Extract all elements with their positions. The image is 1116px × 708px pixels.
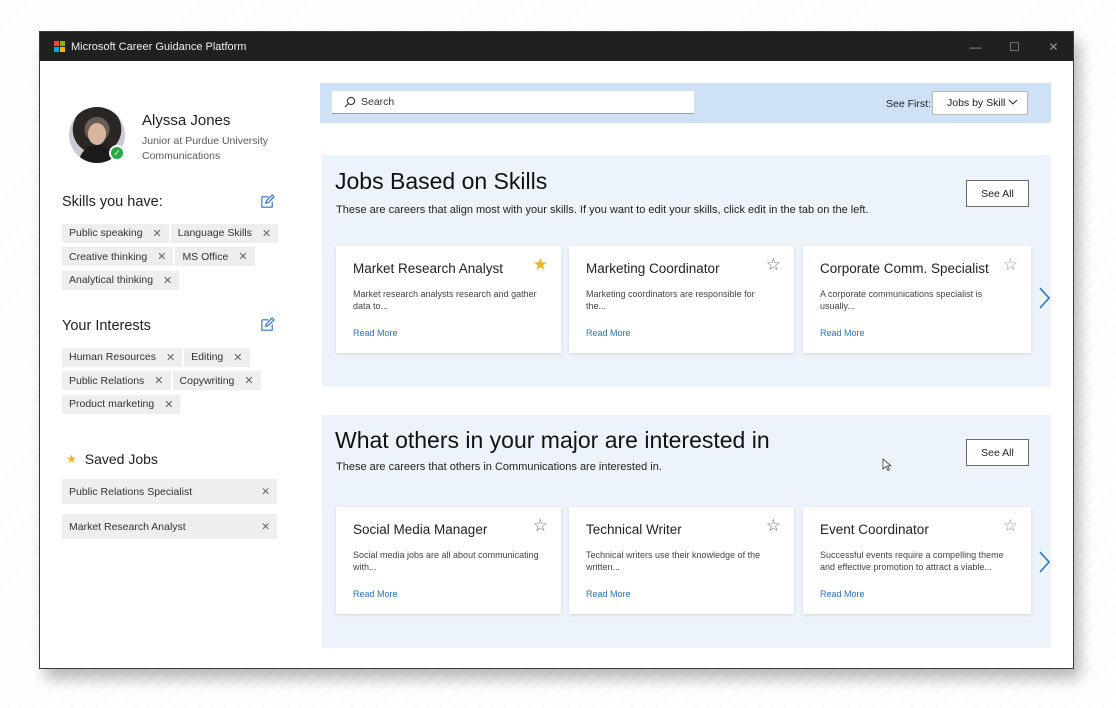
minimize-button[interactable]: —	[956, 32, 995, 61]
panel-description: These are careers that align most with y…	[336, 204, 869, 216]
checkmark-icon: ✓	[109, 145, 125, 161]
sort-dropdown[interactable]: Jobs by Skill	[932, 91, 1028, 115]
read-more-link[interactable]: Read More	[820, 589, 865, 599]
chevron-down-icon	[1008, 99, 1018, 105]
see-all-button[interactable]: See All	[966, 439, 1029, 466]
job-card[interactable]: Social Media Manager ☆ Social media jobs…	[336, 507, 561, 614]
skill-tag[interactable]: MS Office ✕	[175, 247, 255, 266]
search-band: Search See First: Jobs by Skill	[320, 83, 1051, 123]
major-interests-panel: What others in your major are interested…	[322, 415, 1051, 648]
job-title: Social Media Manager	[353, 522, 488, 537]
close-button[interactable]: ✕	[1034, 32, 1073, 61]
maximize-button[interactable]: ☐	[995, 32, 1034, 61]
remove-icon[interactable]: ✕	[166, 351, 175, 364]
chevron-right-icon[interactable]	[1037, 550, 1051, 574]
star-outline-icon[interactable]: ☆	[766, 255, 781, 275]
job-card[interactable]: Technical Writer ☆ Technical writers use…	[569, 507, 794, 614]
job-title: Corporate Comm. Specialist	[820, 261, 989, 276]
remove-icon[interactable]: ✕	[233, 351, 242, 364]
skill-tag[interactable]: Language Skills ✕	[170, 223, 279, 243]
skill-tag[interactable]: Public speaking ✕	[62, 223, 169, 243]
chevron-right-icon[interactable]	[1037, 286, 1051, 310]
remove-icon[interactable]: ✕	[261, 486, 270, 498]
jobs-by-skills-panel: Jobs Based on Skills These are careers t…	[322, 155, 1051, 387]
microsoft-logo-icon	[54, 41, 65, 52]
profile-name: Alyssa Jones	[142, 112, 231, 129]
job-card[interactable]: Market Research Analyst ★ Market researc…	[336, 246, 561, 353]
job-title: Technical Writer	[586, 522, 682, 537]
job-title: Marketing Coordinator	[586, 261, 720, 276]
read-more-link[interactable]: Read More	[586, 589, 631, 599]
skill-tag[interactable]: Analytical thinking ✕	[62, 270, 180, 290]
saved-job-item[interactable]: Public Relations Specialist ✕	[62, 479, 277, 504]
read-more-link[interactable]: Read More	[820, 328, 865, 338]
star-icon: ★	[66, 452, 77, 466]
job-description: Successful events require a compelling t…	[820, 550, 1004, 572]
read-more-link[interactable]: Read More	[586, 328, 631, 338]
star-outline-icon[interactable]: ☆	[766, 516, 781, 536]
star-icon[interactable]: ★	[533, 255, 548, 275]
saved-job-item[interactable]: Market Research Analyst ✕	[62, 514, 277, 539]
job-card[interactable]: Corporate Comm. Specialist ☆ A corporate…	[803, 246, 1031, 353]
remove-icon[interactable]: ✕	[157, 250, 166, 263]
title-bar: Microsoft Career Guidance Platform — ☐ ✕	[40, 32, 1073, 61]
read-more-link[interactable]: Read More	[353, 589, 398, 599]
job-description: Technical writers use their knowledge of…	[586, 550, 761, 572]
interest-tag[interactable]: Human Resources ✕	[62, 347, 183, 367]
remove-icon[interactable]: ✕	[261, 521, 270, 533]
panel-title: Jobs Based on Skills	[335, 168, 548, 194]
remove-icon[interactable]: ✕	[153, 227, 162, 240]
job-description: A corporate communications specialist is…	[820, 289, 983, 311]
profile-major: Communications	[142, 150, 221, 162]
star-outline-icon[interactable]: ☆	[1003, 516, 1018, 536]
job-description: Marketing coordinators are responsible f…	[586, 289, 755, 311]
panel-description: These are careers that others in Communi…	[336, 461, 662, 473]
job-card[interactable]: Event Coordinator ☆ Successful events re…	[803, 507, 1031, 614]
star-outline-icon[interactable]: ☆	[533, 516, 548, 536]
interest-tag[interactable]: Public Relations ✕	[62, 371, 171, 390]
panel-title: What others in your major are interested…	[335, 427, 770, 453]
app-window: Microsoft Career Guidance Platform — ☐ ✕…	[39, 31, 1074, 669]
remove-icon[interactable]: ✕	[262, 227, 271, 240]
search-input[interactable]: Search	[332, 91, 694, 114]
remove-icon[interactable]: ✕	[163, 274, 172, 287]
remove-icon[interactable]: ✕	[244, 374, 253, 387]
see-all-button[interactable]: See All	[966, 180, 1029, 207]
remove-icon[interactable]: ✕	[164, 398, 173, 411]
skills-tag-list: Public speaking ✕ Language Skills ✕ Creativ…	[62, 223, 284, 294]
window-controls: — ☐ ✕	[956, 32, 1073, 61]
search-icon	[344, 96, 356, 108]
job-title: Event Coordinator	[820, 522, 929, 537]
skill-tag[interactable]: Creative thinking ✕	[62, 247, 174, 266]
profile-school: Junior at Purdue University	[142, 135, 269, 147]
remove-icon[interactable]: ✕	[238, 250, 247, 263]
star-outline-icon[interactable]: ☆	[1003, 255, 1018, 275]
see-first-label: See First:	[886, 98, 931, 110]
profile-details: Junior at Purdue University Communicatio…	[142, 134, 268, 164]
edit-skills-icon[interactable]	[260, 194, 275, 209]
job-card[interactable]: Marketing Coordinator ☆ Marketing coordi…	[569, 246, 794, 353]
job-description: Social media jobs are all about communic…	[353, 550, 539, 572]
read-more-link[interactable]: Read More	[353, 328, 398, 338]
interests-tag-list: Human Resources ✕ Editing ✕ Public Relation…	[62, 347, 284, 418]
saved-jobs-heading: ★ Saved Jobs	[66, 451, 158, 467]
interest-tag[interactable]: Editing ✕	[184, 347, 250, 367]
app-title: Microsoft Career Guidance Platform	[71, 40, 247, 53]
remove-icon[interactable]: ✕	[154, 374, 163, 387]
interest-tag[interactable]: Copywriting ✕	[172, 371, 261, 390]
edit-interests-icon[interactable]	[260, 317, 275, 332]
job-description: Market research analysts research and ga…	[353, 289, 537, 311]
mouse-cursor-icon	[882, 458, 892, 472]
interests-heading: Your Interests	[62, 318, 151, 334]
interest-tag[interactable]: Product marketing ✕	[62, 394, 181, 414]
job-title: Market Research Analyst	[353, 261, 504, 276]
skills-heading: Skills you have:	[62, 194, 163, 210]
